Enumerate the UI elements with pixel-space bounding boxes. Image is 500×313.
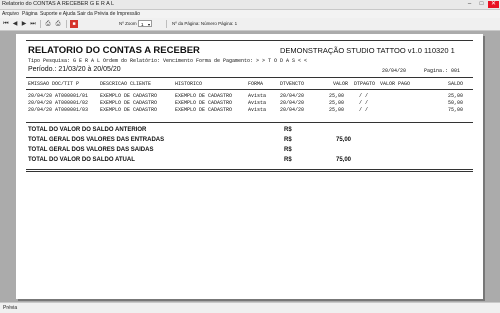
total-currency: R$ — [284, 157, 292, 163]
menu-sair-previa[interactable]: Sair da Prévia de Impressão — [77, 10, 140, 18]
total-value: 75,00 — [336, 137, 352, 143]
zoom-label: Nº Zoom — [119, 21, 137, 26]
report-filters: Tipo Pesquisa: G E R A L Ordem do Relató… — [28, 58, 308, 64]
col-descricao: DESCRICAO CLIENTE — [100, 81, 152, 87]
total-currency: R$ — [284, 137, 292, 143]
page-number: Pagina.: 001 — [424, 68, 461, 74]
total-label: TOTAL DO VALOR DO SALDO ATUAL — [28, 157, 135, 163]
cell-cliente: EXEMPLO DE CADASTRO — [100, 93, 158, 99]
cell-dtvencto: 20/04/20 — [280, 93, 305, 99]
menu-pagina[interactable]: Página — [22, 10, 38, 18]
last-page-icon[interactable]: ⏭ — [29, 20, 37, 28]
col-valor-pago: VALOR PAGO — [380, 81, 411, 87]
cell-cliente: EXEMPLO DE CADASTRO — [100, 100, 158, 106]
printer-setup-icon[interactable]: ⎙ — [54, 20, 62, 28]
cell-forma: Avista — [248, 93, 267, 99]
chevron-down-icon: ▾ — [147, 22, 150, 27]
header-rule-bottom — [26, 89, 473, 90]
cell-emissao: 20/04/20 AT000001/02 — [28, 100, 89, 106]
col-forma: FORMA — [248, 81, 264, 87]
totals-rule-top — [26, 122, 473, 123]
top-rule — [26, 40, 473, 41]
cell-cliente: EXEMPLO DE CADASTRO — [100, 107, 158, 113]
toolbar: ⏮ ◀ ▶ ⏭ ⎙ ⎙ ■ Nº Zoom 1 ▾ Nº da Página: N… — [0, 18, 500, 31]
col-valor: VALOR — [333, 81, 349, 87]
cell-historico: EXEMPLO DE CADASTRO — [175, 93, 233, 99]
title-bar: Relatorio do CONTAS A RECEBER G E R A L … — [0, 0, 500, 10]
next-page-icon[interactable]: ▶ — [20, 20, 28, 28]
cell-dtpagto: / / — [359, 100, 369, 106]
cell-emissao: 20/04/20 AT000001/03 — [28, 107, 89, 113]
report-title: RELATORIO DO CONTAS A RECEBER — [28, 45, 200, 56]
toolbar-separator — [66, 20, 67, 28]
cell-forma: Avista — [248, 100, 267, 106]
total-currency: R$ — [284, 127, 292, 133]
cell-forma: Avista — [248, 107, 267, 113]
cell-valor: 25,00 — [329, 107, 345, 113]
total-value: 75,00 — [336, 157, 352, 163]
cell-dtpagto: / / — [359, 93, 369, 99]
cell-saldo: 50,00 — [448, 100, 464, 106]
cell-dtvencto: 20/04/20 — [280, 100, 305, 106]
menu-bar: Arquivo Página Suporte e Ajuda Sair da P… — [0, 10, 500, 18]
toolbar-separator — [40, 20, 41, 28]
cell-emissao: 20/04/20 AT000001/01 — [28, 93, 89, 99]
cell-valor: 25,00 — [329, 93, 345, 99]
cell-historico: EXEMPLO DE CADASTRO — [175, 100, 233, 106]
total-label: TOTAL GERAL DOS VALORES DAS ENTRADAS — [28, 137, 165, 143]
cell-dtpagto: / / — [359, 107, 369, 113]
col-emissao: EMISSAO DOC/TIT P — [28, 81, 80, 87]
col-dtpagto: DTPAGTO — [354, 81, 376, 87]
maximize-icon[interactable]: □ — [476, 1, 487, 8]
toolbar-separator — [166, 20, 167, 28]
status-bar: Prévia — [0, 302, 500, 313]
report-page: RELATORIO DO CONTAS A RECEBER DEMONSTRAÇ… — [16, 34, 483, 299]
menu-suporte-ajuda[interactable]: Suporte e Ajuda — [40, 10, 76, 18]
zoom-select[interactable]: 1 ▾ — [138, 20, 152, 27]
totals-rule-double — [26, 171, 473, 172]
printer-icon[interactable]: ⎙ — [44, 20, 52, 28]
header-rule-top — [26, 77, 473, 78]
exit-icon[interactable]: ■ — [70, 20, 78, 28]
cell-saldo: 75,00 — [448, 107, 464, 113]
report-period: Período.: 21/03/20 à 20/05/20 — [28, 66, 121, 73]
window-title: Relatorio do CONTAS A RECEBER G E R A L — [2, 1, 115, 7]
menu-arquivo[interactable]: Arquivo — [2, 10, 19, 18]
page-number-label: Nº da Página: Número Página: 1 — [172, 21, 238, 26]
first-page-icon[interactable]: ⏮ — [2, 20, 10, 28]
minimize-icon[interactable]: – — [464, 1, 475, 8]
total-label: TOTAL GERAL DOS VALORES DAS SAIDAS — [28, 147, 154, 153]
col-saldo: SALDO — [448, 81, 464, 87]
total-currency: R$ — [284, 147, 292, 153]
close-icon[interactable]: ✕ — [488, 1, 499, 8]
total-label: TOTAL DO VALOR DO SALDO ANTERIOR — [28, 127, 147, 133]
cell-saldo: 25,00 — [448, 93, 464, 99]
zoom-value: 1 — [141, 22, 144, 27]
col-historico: HISTORICO — [175, 81, 203, 87]
cell-historico: EXEMPLO DE CADASTRO — [175, 107, 233, 113]
company-name: DEMONSTRAÇÃO STUDIO TATTOO v1.0 110320 1 — [280, 46, 455, 55]
cell-valor: 25,00 — [329, 100, 345, 106]
prev-page-icon[interactable]: ◀ — [11, 20, 19, 28]
print-date: 20/04/20 — [382, 68, 407, 74]
totals-rule-bottom — [26, 169, 473, 170]
col-dtvencto: DTVENCTO — [280, 81, 305, 87]
cell-dtvencto: 20/04/20 — [280, 107, 305, 113]
